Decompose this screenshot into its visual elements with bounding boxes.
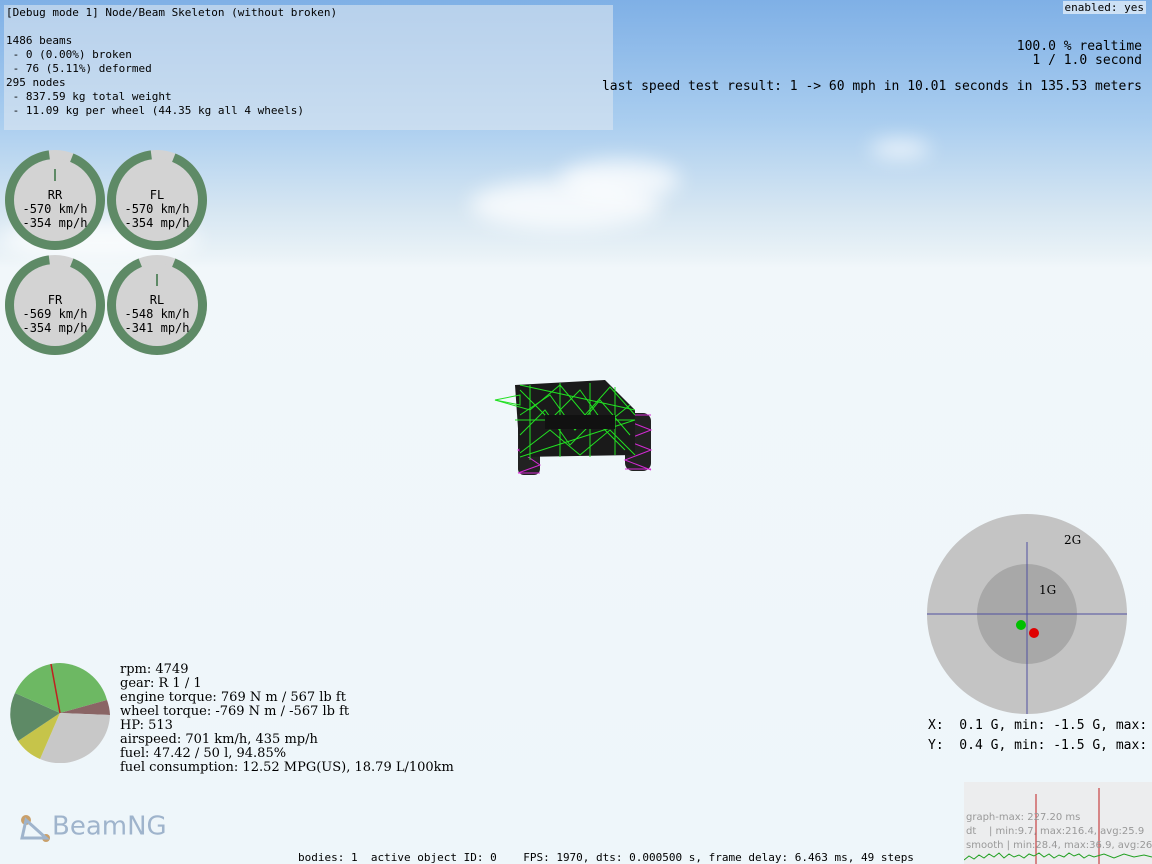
debug-line-broken: - 0 (0.00%) broken xyxy=(6,48,132,61)
wheel-gauge-fr: FR -569 km/h -354 mp/h xyxy=(5,255,105,355)
engine-fuel-consumption: fuel consumption: 12.52 MPG(US), 18.79 L… xyxy=(120,760,454,775)
engine-hp: HP: 513 xyxy=(120,718,173,733)
engine-fuel: fuel: 47.42 / 50 l, 94.85% xyxy=(120,746,287,761)
gforce-x-readout: X: 0.1 G, min: -1.5 G, max: xyxy=(928,718,1148,733)
wheel-gauge-rr: RR -570 km/h -354 mp/h xyxy=(5,150,105,250)
realtime-second: 1 / 1.0 second xyxy=(1032,53,1142,68)
wheel-torque: wheel torque: -769 N m / -567 lb ft xyxy=(120,704,350,719)
debug-line-nodes: 295 nodes xyxy=(6,76,66,89)
speed-test-result: last speed test result: 1 -> 60 mph in 1… xyxy=(601,79,1142,94)
engine-rpm: rpm: 4749 xyxy=(120,662,189,677)
gforce-meter: 2G 1G xyxy=(927,514,1127,714)
status-active-object: active object ID: 0 xyxy=(370,851,497,864)
gforce-max-dot xyxy=(1029,628,1039,638)
realtime-percent: 100.0 % realtime xyxy=(1016,39,1142,54)
status-bar: bodies: 1 active object ID: 0 FPS: 1970,… xyxy=(298,851,914,864)
cloud xyxy=(870,140,930,158)
wheel-gauge-fl: FL -570 km/h -354 mp/h xyxy=(107,150,207,250)
debug-line-wheel-weight: - 11.09 kg per wheel (44.35 kg all 4 whe… xyxy=(6,104,305,117)
engine-airspeed: airspeed: 701 km/h, 435 mp/h xyxy=(120,732,318,747)
vehicle-rear-panel xyxy=(545,415,615,429)
debug-line-weight: - 837.59 kg total weight xyxy=(6,90,172,103)
engine-gear: gear: R 1 / 1 xyxy=(120,676,202,691)
graph-max-label: graph-max: 227.20 ms xyxy=(966,812,1081,823)
graph-smooth-label: smooth | min:28.4, max:36.9, avg:26.8 xyxy=(966,840,1152,851)
status-bodies: bodies: 1 xyxy=(298,851,358,864)
graph-dt-label: dt | min:9.7, max:216.4, avg:25.9 xyxy=(966,826,1145,837)
gforce-current-dot xyxy=(1016,620,1026,630)
wheel-gauge-label: RL -548 km/h -341 mp/h xyxy=(124,293,190,335)
beamng-logo-icon xyxy=(20,815,50,842)
engine-info: rpm: 4749 gear: R 1 / 1 engine torque: 7… xyxy=(120,663,454,775)
wheel-gauge-label: FR -569 km/h -354 mp/h xyxy=(22,293,88,335)
wheel-gauge-rl: RL -548 km/h -341 mp/h xyxy=(107,255,207,355)
cloud xyxy=(560,160,680,200)
enabled-status: enabled: yes xyxy=(1062,1,1146,14)
performance-graph: graph-max: 227.20 ms dt | min:9.7, max:2… xyxy=(964,782,1152,864)
vehicle-skeleton[interactable] xyxy=(490,375,660,480)
engine-pie-chart xyxy=(10,663,110,763)
status-fps: FPS: 1970, dts: 0.000500 s, frame delay:… xyxy=(523,851,914,864)
gforce-label-1g: 1G xyxy=(1039,583,1056,597)
debug-line-beams: 1486 beams xyxy=(6,34,73,47)
wheel-gauge-label: FL -570 km/h -354 mp/h xyxy=(124,188,190,230)
debug-title: [Debug mode 1] Node/Beam Skeleton (witho… xyxy=(6,6,338,19)
wheel-gauge-label: RR -570 km/h -354 mp/h xyxy=(22,188,88,230)
engine-torque: engine torque: 769 N m / 567 lb ft xyxy=(120,690,346,705)
performance-graph-plot xyxy=(964,788,1152,864)
debug-line-deformed: - 76 (5.11%) deformed xyxy=(6,62,152,75)
gforce-y-readout: Y: 0.4 G, min: -1.5 G, max: xyxy=(928,738,1148,753)
beamng-logo: BeamNG xyxy=(16,810,167,844)
gforce-label-2g: 2G xyxy=(1064,533,1081,547)
